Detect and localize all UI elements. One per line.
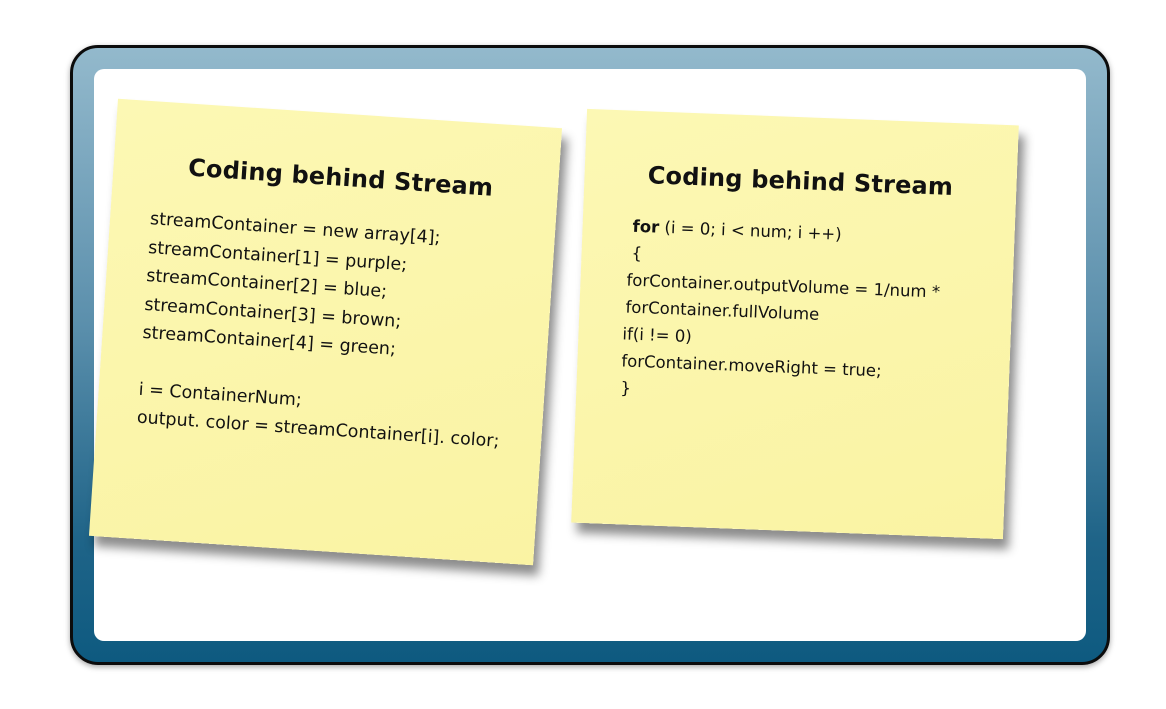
sticky-note-left: Coding behind Stream streamContainer = n… <box>88 98 563 566</box>
for-condition: (i = 0; i < num; i ++) <box>658 217 843 244</box>
sticky-note-right: Coding behind Stream for (i = 0; i < num… <box>571 108 1019 540</box>
note-title: Coding behind Stream <box>647 161 954 201</box>
note-title: Coding behind Stream <box>187 153 495 202</box>
code-block: streamContainer = new array[4]; streamCo… <box>136 205 555 459</box>
code-block: for (i = 0; i < num; i ++) { forContaine… <box>620 213 1015 417</box>
for-keyword: for <box>632 216 660 237</box>
